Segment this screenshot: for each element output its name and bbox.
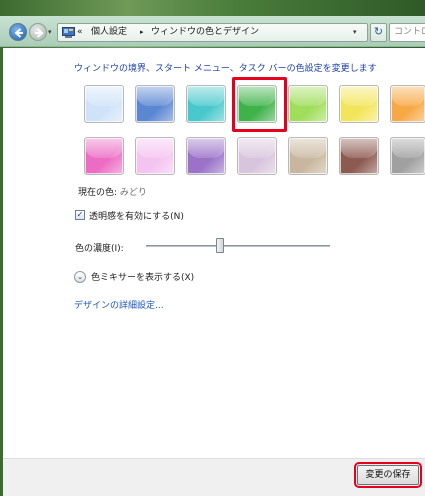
navigation-bar: ▾ « 個人設定 ▸ ウィンドウの色とデザイン ▾ ↻ コントロ — [0, 16, 425, 47]
color-swatch-twilight[interactable] — [135, 85, 175, 123]
color-swatch-lemon[interactable] — [339, 85, 379, 123]
page-instruction: ウィンドウの境界、スタート メニュー、タスク バーの色設定を変更します — [74, 64, 377, 74]
history-dropdown[interactable]: ▾ — [48, 28, 52, 36]
forward-button[interactable] — [29, 23, 47, 41]
content-pane: ウィンドウの境界、スタート メニュー、タスク バーの色設定を変更します 現在の色… — [3, 48, 425, 458]
address-overflow-chevron[interactable]: « — [77, 24, 83, 41]
bottom-bar: 変更の保存 — [3, 458, 425, 496]
color-intensity-slider[interactable] — [146, 245, 330, 247]
color-swatch-lavender[interactable] — [237, 137, 277, 175]
control-panel-icon — [62, 27, 75, 38]
color-swatch-sea[interactable] — [186, 85, 226, 123]
back-button[interactable] — [9, 23, 27, 41]
color-swatch-taupe[interactable] — [288, 137, 328, 175]
advanced-appearance-link[interactable]: デザインの詳細設定... — [74, 298, 164, 311]
save-changes-button[interactable]: 変更の保存 — [354, 462, 422, 488]
expand-chevron-icon[interactable]: ⌄ — [74, 271, 86, 283]
color-swatch-pink[interactable] — [135, 137, 175, 175]
color-swatch-violet[interactable] — [186, 137, 226, 175]
selected-swatch-highlight — [232, 77, 287, 132]
color-intensity-slider-thumb[interactable] — [216, 238, 224, 253]
show-color-mixer-toggle[interactable]: 色ミキサーを表示する(X) — [91, 270, 194, 283]
color-swatch-sky[interactable] — [84, 85, 124, 123]
transparency-label[interactable]: 透明感を有効にする(N) — [89, 209, 184, 222]
current-color-value: みどり — [119, 188, 147, 198]
color-swatch-blush[interactable] — [84, 137, 124, 175]
color-swatch-slate[interactable] — [390, 137, 425, 175]
breadcrumb-arrow-icon[interactable]: ▸ — [140, 24, 144, 41]
color-swatch-lime[interactable] — [288, 85, 328, 123]
current-color-text: 現在の色: みどり — [78, 185, 147, 198]
transparency-checkbox[interactable]: ✓ — [75, 210, 85, 220]
refresh-button[interactable]: ↻ — [370, 23, 387, 42]
current-color-label: 現在の色: — [78, 188, 120, 198]
address-dropdown-icon[interactable]: ▾ — [353, 24, 357, 41]
address-bar[interactable]: « 個人設定 ▸ ウィンドウの色とデザイン ▾ — [57, 23, 368, 42]
search-input[interactable]: コントロ — [389, 23, 425, 42]
breadcrumb-window-color[interactable]: ウィンドウの色とデザイン — [151, 24, 259, 41]
back-arrow-icon — [14, 28, 23, 38]
breadcrumb-personalization[interactable]: 個人設定 — [91, 24, 127, 41]
color-intensity-label: 色の濃度(I): — [75, 244, 124, 254]
forward-arrow-icon — [35, 28, 44, 38]
color-swatch-orange[interactable] — [390, 85, 425, 123]
color-swatch-chocolate[interactable] — [339, 137, 379, 175]
